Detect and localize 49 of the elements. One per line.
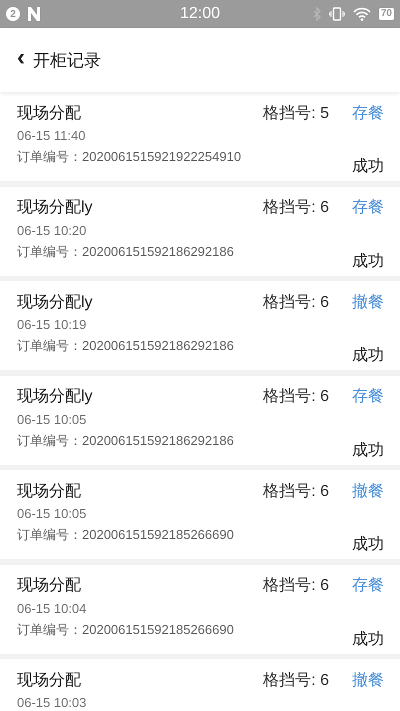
result-status: 成功	[352, 252, 384, 272]
order-number: 订单编号：202006151592185266690	[17, 620, 234, 638]
record-card[interactable]: 现场分配ly 格挡号: 6 存餐 06-15 10:05 订单编号：202006151592186292186 成功	[0, 376, 400, 464]
order-number: 订单编号：202006151592186292186	[17, 242, 234, 260]
result-status: 成功	[352, 630, 384, 650]
n-logo-icon	[28, 7, 40, 21]
record-card[interactable]: 现场分配 格挡号: 6 存餐 06-15 10:04 订单编号：202006151592185266690 成功	[0, 564, 400, 654]
record-card[interactable]: 现场分配ly 格挡号: 6 撤餐 06-15 10:19 订单编号：202006151592186292186 成功	[0, 281, 400, 370]
record-time: 06-15 10:20	[17, 222, 88, 240]
result-status: 成功	[352, 156, 384, 177]
record-time: 06-15 10:19	[17, 316, 88, 334]
notification-count: 2	[6, 7, 20, 21]
result-status: 成功	[352, 534, 384, 555]
record-name: 现场分配	[17, 670, 81, 690]
slot-number: 格挡号: 6	[263, 670, 329, 690]
record-time: 06-15 11:40	[17, 127, 86, 145]
record-name: 现场分配ly	[17, 198, 93, 218]
slot-number: 格挡号: 6	[263, 292, 329, 312]
page-title: 开柜记录	[33, 50, 101, 72]
slot-number: 格挡号: 6	[263, 198, 329, 218]
record-card[interactable]: 现场分配 格挡号: 6 撤餐 06-15 10:03	[0, 659, 400, 711]
record-name: 现场分配ly	[17, 387, 93, 407]
bluetooth-icon	[312, 7, 321, 21]
vibrate-icon	[328, 7, 345, 21]
order-number: 订单编号：2020061515921922254910	[17, 148, 242, 166]
record-time: 06-15 10:03	[17, 694, 88, 711]
record-name: 现场分配	[17, 576, 81, 596]
record-name: 现场分配	[17, 104, 81, 124]
record-time: 06-15 10:04	[17, 600, 88, 618]
record-name: 现场分配	[17, 482, 81, 502]
order-number: 订单编号：202006151592186292186	[17, 432, 234, 450]
record-card[interactable]: 现场分配 格挡号: 5 存餐 06-15 11:40 订单编号：2020061515921922254910 成功	[0, 92, 400, 181]
record-time: 06-15 10:05	[17, 505, 88, 523]
battery-level: 70	[378, 8, 394, 20]
order-number: 订单编号：202006151592185266690	[17, 526, 234, 544]
wifi-icon	[352, 7, 371, 21]
record-name: 现场分配ly	[17, 292, 93, 312]
record-card[interactable]: 现场分配 格挡号: 6 撤餐 06-15 10:05 订单编号：202006151592185266690 成功	[0, 470, 400, 559]
result-status: 成功	[352, 346, 384, 366]
slot-number: 格挡号: 6	[263, 386, 329, 407]
record-time: 06-15 10:05	[17, 410, 88, 428]
slot-number: 格挡号: 6	[263, 576, 329, 596]
slot-number: 格挡号: 6	[263, 482, 329, 502]
clock: 12:00	[180, 5, 220, 23]
slot-number: 格挡号: 5	[263, 104, 329, 124]
record-card[interactable]: 现场分配ly 格挡号: 6 存餐 06-15 10:20 订单编号：202006151592186292186 成功	[0, 186, 400, 276]
result-status: 成功	[352, 440, 384, 460]
order-number: 订单编号：202006151592186292186	[17, 337, 234, 355]
back-button[interactable]: ‹	[17, 46, 33, 74]
